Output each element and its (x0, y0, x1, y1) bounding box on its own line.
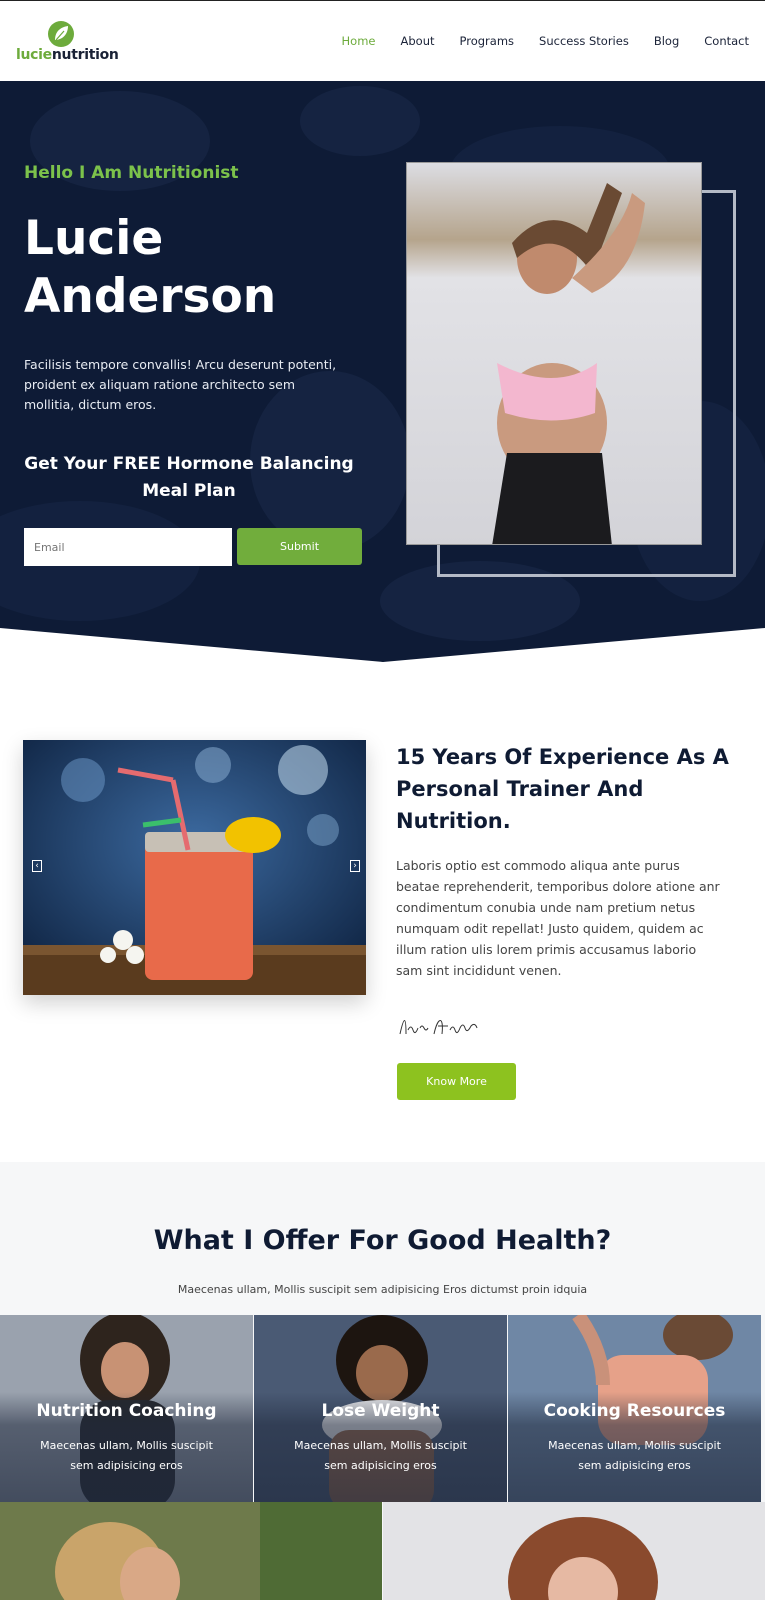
hero-name-last: Anderson (24, 269, 277, 324)
woman-fitness-photo (407, 163, 701, 544)
nav-item-home[interactable]: Home (342, 34, 376, 48)
offer-card-nutrition-coaching[interactable]: Nutrition Coaching Maecenas ullam, Molli… (0, 1315, 253, 1502)
nav-item-about[interactable]: About (401, 34, 435, 48)
chevron-left-icon[interactable]: ‹ (32, 860, 42, 872)
logo-text-part2: nutrition (51, 47, 119, 63)
nav-item-contact[interactable]: Contact (704, 34, 749, 48)
logo-text-part1: lucie (16, 47, 52, 63)
hero-photo (406, 162, 702, 545)
offer-card-row2-right[interactable] (383, 1502, 765, 1600)
logo-wordmark: lucienutrition (16, 47, 119, 63)
redhead-woman-photo (383, 1502, 765, 1600)
nav-item-programs[interactable]: Programs (460, 34, 515, 48)
card-text: Maecenas ullam, Mollis suscipit sem adip… (294, 1439, 467, 1472)
card-title: Lose Weight (321, 1401, 440, 1421)
about-title: 15 Years Of Experience As A Personal Tra… (396, 745, 729, 833)
know-more-button[interactable]: Know More (397, 1063, 516, 1100)
card-text: Maecenas ullam, Mollis suscipit sem adip… (548, 1439, 721, 1472)
email-input[interactable] (24, 528, 232, 566)
hero-name-first: Lucie (24, 211, 164, 266)
hero-description: Facilisis tempore convallis! Arcu deseru… (24, 357, 337, 412)
meal-plan-cta-title: Get Your FREE Hormone Balancing Meal Pla… (24, 454, 354, 501)
hero-bottom-wave (0, 628, 765, 688)
submit-button[interactable]: Submit (237, 528, 362, 565)
hero-kicker: Hello I Am Nutritionist (24, 163, 239, 183)
card-text: Maecenas ullam, Mollis suscipit sem adip… (40, 1439, 213, 1472)
chevron-right-icon[interactable]: › (350, 860, 360, 872)
main-menu: Home About Programs Success Stories Blog… (317, 34, 749, 48)
site-logo[interactable]: lucienutrition (16, 20, 119, 64)
outdoor-woman-photo (0, 1502, 382, 1600)
drink-photo (23, 740, 366, 995)
nav-item-success-stories[interactable]: Success Stories (539, 34, 629, 48)
offer-card-lose-weight[interactable]: Lose Weight Maecenas ullam, Mollis susci… (254, 1315, 507, 1502)
about-text: Laboris optio est commodo aliqua ante pu… (396, 858, 720, 978)
signature-image (399, 1020, 478, 1035)
hero-name: Lucie Anderson (24, 210, 324, 326)
offer-title: What I Offer For Good Health? (153, 1225, 612, 1256)
header-nav: lucienutrition Home About Programs Succe… (0, 0, 765, 81)
about-slider-image (23, 740, 366, 995)
nav-item-blog[interactable]: Blog (654, 34, 679, 48)
offer-card-cooking-resources[interactable]: Cooking Resources Maecenas ullam, Mollis… (508, 1315, 761, 1502)
offer-card-row2-left[interactable] (0, 1502, 382, 1600)
leaf-logo-icon (48, 21, 74, 47)
card-title: Nutrition Coaching (36, 1401, 217, 1421)
offer-subtitle: Maecenas ullam, Mollis suscipit sem adip… (177, 1283, 588, 1296)
card-title: Cooking Resources (543, 1401, 726, 1421)
